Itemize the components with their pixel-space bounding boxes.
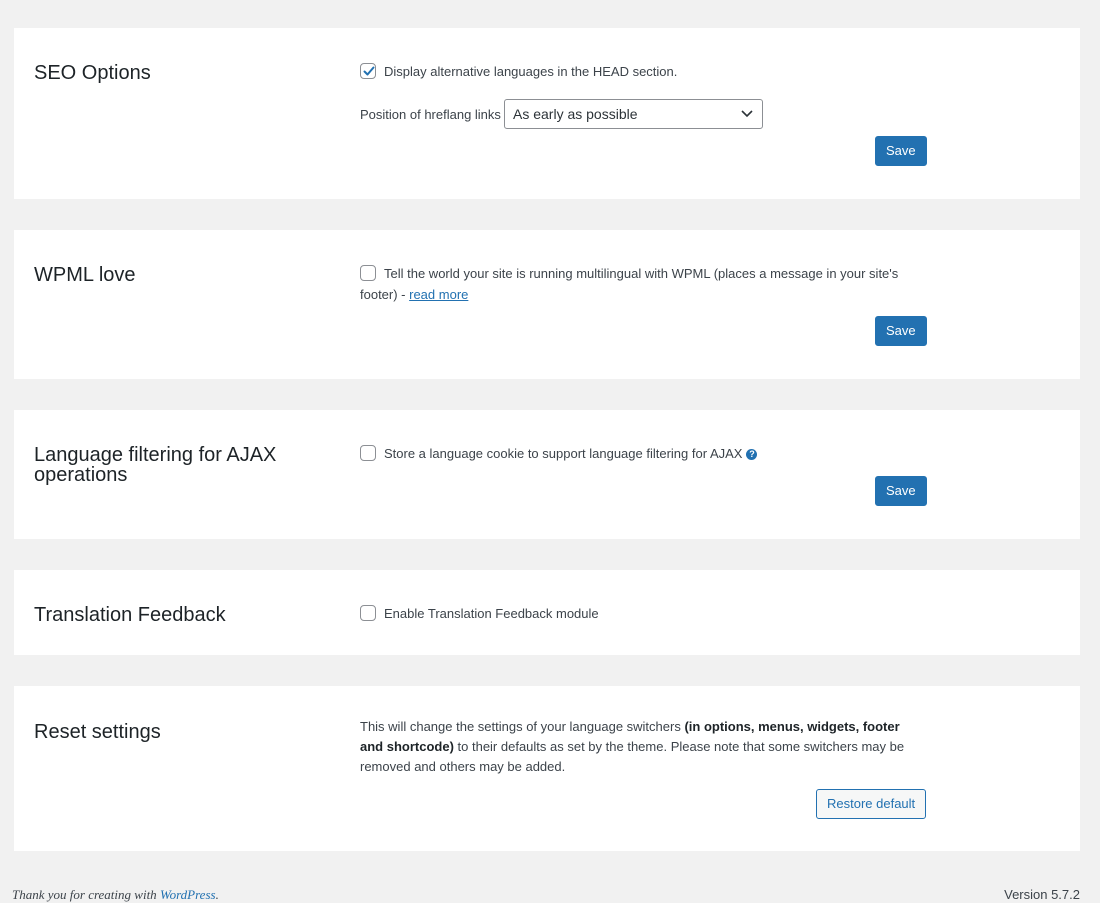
wpml-love-content: Tell the world your site is running mult… bbox=[360, 263, 924, 305]
hreflang-position-value: As early as possible bbox=[513, 106, 638, 122]
display-alt-languages-row: Display alternative languages in the HEA… bbox=[360, 61, 924, 82]
ajax-filtering-title: Language filtering for AJAX operations bbox=[34, 444, 277, 486]
ajax-cookie-row: Store a language cookie to support langu… bbox=[360, 443, 924, 464]
checkmark-icon bbox=[363, 66, 375, 76]
wpml-love-panel: WPML love Tell the world your site is ru… bbox=[14, 230, 1080, 379]
reset-settings-panel: Reset settings This will change the sett… bbox=[14, 686, 1080, 851]
feedback-enable-checkbox[interactable] bbox=[360, 605, 376, 621]
translation-feedback-content: Enable Translation Feedback module bbox=[360, 603, 924, 624]
wpml-love-title: WPML love bbox=[34, 264, 136, 286]
seo-save-button[interactable]: Save bbox=[875, 136, 927, 166]
reset-text-before: This will change the settings of your la… bbox=[360, 719, 685, 734]
read-more-link[interactable]: read more bbox=[409, 287, 468, 302]
display-alt-languages-label: Display alternative languages in the HEA… bbox=[384, 64, 678, 79]
seo-options-panel: SEO Options Display alternative language… bbox=[14, 28, 1080, 199]
help-icon[interactable]: ? bbox=[746, 449, 758, 460]
feedback-enable-row: Enable Translation Feedback module bbox=[360, 603, 924, 624]
feedback-enable-label: Enable Translation Feedback module bbox=[384, 606, 599, 621]
restore-default-button[interactable]: Restore default bbox=[816, 789, 927, 819]
reset-settings-content: This will change the settings of your la… bbox=[360, 717, 924, 777]
ajax-cookie-label: Store a language cookie to support langu… bbox=[384, 446, 743, 461]
wpml-love-row: Tell the world your site is running mult… bbox=[360, 263, 924, 305]
seo-options-title: SEO Options bbox=[34, 62, 151, 84]
chevron-down-icon bbox=[741, 110, 753, 118]
wpml-love-checkbox[interactable] bbox=[360, 265, 376, 281]
ajax-cookie-checkbox[interactable] bbox=[360, 445, 376, 461]
hreflang-position-select[interactable]: As early as possible bbox=[504, 99, 763, 129]
display-alt-languages-checkbox[interactable] bbox=[360, 63, 376, 79]
ajax-save-button[interactable]: Save bbox=[875, 476, 927, 506]
ajax-filtering-content: Store a language cookie to support langu… bbox=[360, 443, 924, 464]
footer-thanks: Thank you for creating with WordPress. bbox=[12, 887, 219, 903]
ajax-filtering-panel: Language filtering for AJAX operations S… bbox=[14, 410, 1080, 539]
reset-settings-title: Reset settings bbox=[34, 721, 161, 743]
hreflang-position-label: Position of hreflang links bbox=[360, 107, 501, 122]
translation-feedback-panel: Translation Feedback Enable Translation … bbox=[14, 570, 1080, 655]
wpml-love-save-button[interactable]: Save bbox=[875, 316, 927, 346]
translation-feedback-title: Translation Feedback bbox=[34, 604, 226, 626]
seo-options-content: Display alternative languages in the HEA… bbox=[360, 61, 924, 181]
reset-description: This will change the settings of your la… bbox=[360, 717, 924, 777]
